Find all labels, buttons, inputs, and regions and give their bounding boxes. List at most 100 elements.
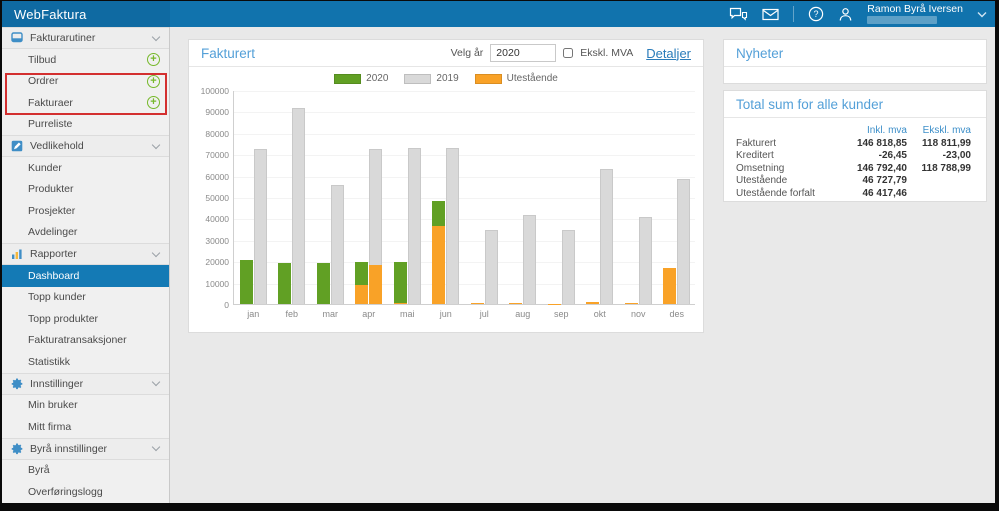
- legend-item: 2020: [334, 73, 388, 84]
- totals-table: Inkl. mva Ekskl. mva Fakturert 146 818,85 11…: [736, 125, 974, 200]
- sidebar-item-label: Min bruker: [28, 399, 78, 412]
- x-axis-tick: apr: [362, 309, 376, 319]
- sidebar-section-byr-innstillinger[interactable]: Byrå innstillinger: [2, 437, 169, 460]
- sidebar-item-label: Fakturaer: [28, 96, 73, 109]
- bar-2019: [292, 108, 306, 304]
- user-menu[interactable]: Ramon Byrå Iversen: [867, 4, 963, 25]
- year-select-label: Velg år: [450, 47, 484, 59]
- totals-ekskl-value: 118 788,99: [921, 162, 972, 174]
- sidebar-item-mitt-firma[interactable]: Mitt firma: [2, 416, 169, 438]
- mail-icon[interactable]: [762, 8, 779, 21]
- chart-card-header: Fakturert Velg år Ekskl. MVA Detaljer: [189, 40, 703, 67]
- totals-column-header: Ekskl. mva: [922, 125, 971, 136]
- bar-utestaende-2020: [586, 302, 600, 304]
- chevron-down-icon: [151, 442, 161, 452]
- sidebar-item-tilbud[interactable]: Tilbud +: [2, 49, 169, 71]
- y-axis-tick: 80000: [205, 128, 229, 139]
- chart-controls: Velg år Ekskl. MVA Detaljer: [451, 44, 691, 62]
- bar-2019: [484, 230, 498, 304]
- sidebar-item-label: Avdelinger: [28, 226, 78, 239]
- user-icon[interactable]: [838, 7, 853, 22]
- chart-title: Fakturert: [201, 45, 256, 61]
- year-input[interactable]: [490, 44, 557, 62]
- y-axis-tick: 40000: [205, 214, 229, 225]
- totals-column-header: Inkl. mva: [866, 125, 907, 136]
- news-title: Nyheter: [736, 45, 784, 61]
- excl-mva-checkbox[interactable]: [563, 48, 574, 58]
- x-axis-tick: jul: [479, 309, 489, 319]
- sidebar-item-label: Overføringslogg: [28, 485, 103, 498]
- totals-inkl-value: 146 792,40: [856, 162, 907, 174]
- sidebar-item-ordrer[interactable]: Ordrer +: [2, 71, 169, 93]
- gridline: [234, 91, 695, 92]
- help-icon[interactable]: ?: [808, 6, 824, 22]
- add-plus-icon[interactable]: +: [147, 96, 160, 110]
- brand-area: WebFaktura: [2, 1, 170, 27]
- totals-card: Total sum for alle kunder Inkl. mva Ekskl…: [723, 90, 987, 202]
- sidebar-item-topp-kunder[interactable]: Topp kunder: [2, 287, 169, 309]
- sidebar-item-label: Produkter: [28, 183, 74, 196]
- legend-item: Utestående: [474, 73, 558, 84]
- add-plus-icon[interactable]: +: [147, 53, 160, 67]
- sidebar: Fakturarutiner Tilbud + Ordrer + Fakturaer + Pu…: [2, 27, 170, 503]
- sidebar-item-kunder[interactable]: Kunder: [2, 157, 169, 179]
- sidebar-item-byr-[interactable]: Byrå: [2, 460, 169, 482]
- bar-2019: [677, 178, 691, 304]
- x-axis-tick: des: [669, 309, 685, 319]
- chat-icon[interactable]: [729, 7, 748, 22]
- bar-utestaende-2020: [470, 302, 484, 304]
- x-axis-tick: mar: [322, 309, 339, 319]
- x-axis-tick: nov: [630, 309, 646, 319]
- sidebar-item-avdelinger[interactable]: Avdelinger: [2, 222, 169, 244]
- sidebar-item-label: Fakturatransaksjoner: [28, 334, 127, 347]
- legend-item: 2019: [404, 73, 459, 84]
- sidebar-item-label: Topp kunder: [28, 291, 86, 304]
- topbar-actions: ? Ramon Byrå Iversen: [729, 1, 995, 27]
- sidebar-item-label: Byrå: [28, 464, 50, 477]
- bar-2019: [253, 148, 267, 304]
- x-axis-tick: jun: [439, 309, 452, 319]
- totals-inkl-value: 46 417,46: [862, 187, 908, 199]
- sidebar-section-fakturarutiner[interactable]: Fakturarutiner: [2, 27, 169, 49]
- bar-2019: [561, 230, 575, 304]
- x-axis-tick: sep: [553, 309, 569, 319]
- y-axis-tick: 0: [224, 300, 229, 310]
- chart-plot: 0 10000 20000 30000 40000 50000 60000 70000 8000…: [201, 86, 695, 319]
- bar-utestaende-2020: [355, 284, 369, 304]
- edit-icon: [11, 140, 23, 152]
- app-logo: WebFaktura: [14, 6, 87, 22]
- sidebar-item-prosjekter[interactable]: Prosjekter: [2, 200, 169, 222]
- details-link[interactable]: Detaljer: [646, 46, 691, 61]
- totals-col-spacer: [736, 125, 833, 138]
- sidebar-item-statistikk[interactable]: Statistikk: [2, 351, 169, 373]
- sidebar-item-label: Tilbud: [28, 53, 57, 66]
- chevron-down-icon[interactable]: [977, 11, 987, 18]
- sidebar-item-fakturaer[interactable]: Fakturaer +: [2, 92, 169, 114]
- user-name: Ramon Byrå Iversen: [867, 2, 963, 15]
- legend-label: 2020: [366, 73, 389, 84]
- legend-swatch: [474, 73, 502, 84]
- sidebar-item-purreliste[interactable]: Purreliste: [2, 114, 169, 136]
- sidebar-item-min-bruker[interactable]: Min bruker: [2, 395, 169, 417]
- sidebar-section-rapporter[interactable]: Rapporter: [2, 243, 169, 265]
- gear-icon: [11, 443, 23, 455]
- sidebar-item-dashboard[interactable]: Dashboard: [2, 265, 169, 287]
- sidebar-section-label: Rapporter: [30, 248, 77, 260]
- sidebar-item-label: Statistikk: [28, 355, 71, 368]
- sidebar-section-label: Innstillinger: [30, 377, 84, 390]
- screenshot-frame: WebFaktura ? Ramon Byrå Iversen Fakturar…: [0, 0, 999, 511]
- sidebar-item-produkter[interactable]: Produkter: [2, 179, 169, 201]
- sidebar-item-fakturatransaksjoner[interactable]: Fakturatransaksjoner: [2, 330, 169, 352]
- sidebar-item-label: Ordrer: [28, 75, 59, 88]
- bar-2020: [316, 262, 330, 304]
- totals-title: Total sum for alle kunder: [736, 96, 884, 112]
- add-plus-icon[interactable]: +: [147, 74, 160, 88]
- sidebar-section-label: Fakturarutiner: [30, 32, 96, 44]
- sidebar-item-label: Dashboard: [28, 269, 80, 282]
- sidebar-section-vedlikehold[interactable]: Vedlikehold: [2, 135, 169, 157]
- sidebar-item-topp-produkter[interactable]: Topp produkter: [2, 308, 169, 330]
- sidebar-section-innstillinger[interactable]: Innstillinger: [2, 372, 169, 395]
- topbar-divider: [793, 6, 795, 22]
- sidebar-item-overf-ringslogg[interactable]: Overføringslogg: [2, 481, 169, 503]
- bar-utestaende-2020: [393, 302, 407, 304]
